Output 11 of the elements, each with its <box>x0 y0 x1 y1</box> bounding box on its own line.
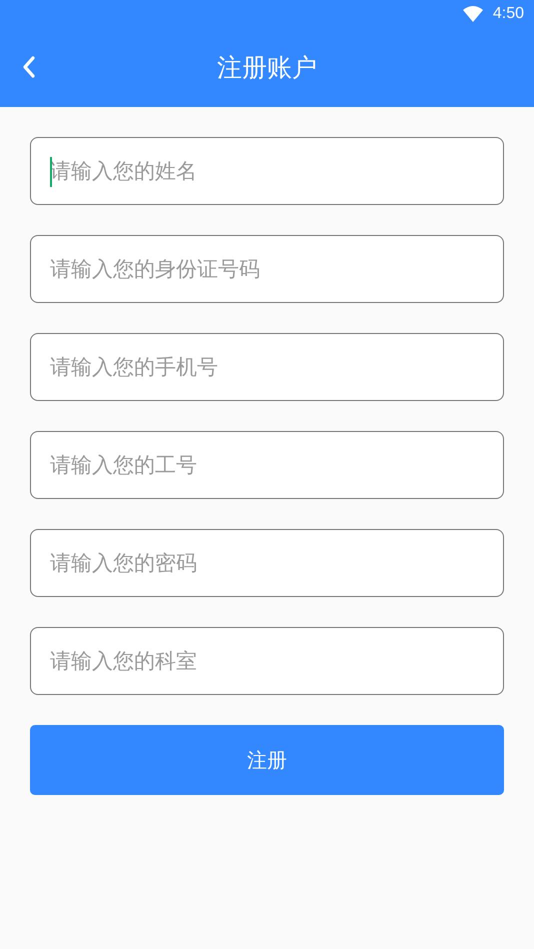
register-button[interactable]: 注册 <box>30 725 504 795</box>
input-field[interactable]: 请输入您的密码 <box>30 529 504 597</box>
status-time: 4:50 <box>492 5 524 23</box>
input-field[interactable]: 请输入您的姓名 <box>30 137 504 205</box>
input-field[interactable]: 请输入您的科室 <box>30 627 504 695</box>
back-icon[interactable] <box>22 55 36 79</box>
input-field[interactable]: 请输入您的身份证号码 <box>30 235 504 303</box>
input-field[interactable]: 请输入您的手机号 <box>30 333 504 401</box>
wifi-icon <box>462 6 483 22</box>
input-field[interactable]: 请输入您的工号 <box>30 431 504 499</box>
screen-title: 注册账户 <box>217 52 317 84</box>
